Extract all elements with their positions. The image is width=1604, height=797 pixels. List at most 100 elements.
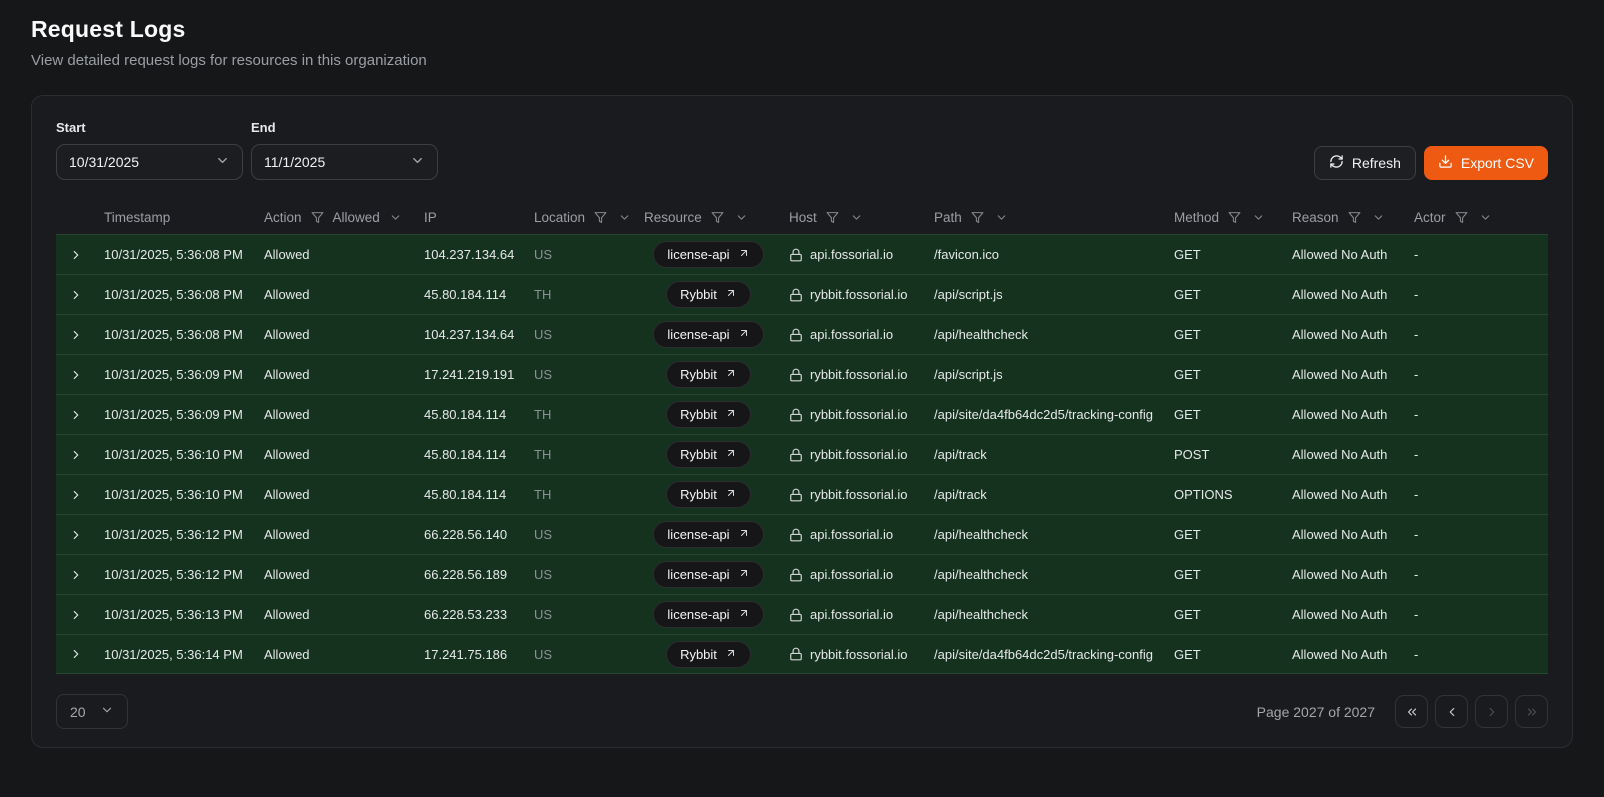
resource-link-badge[interactable]: license-api: [653, 521, 763, 548]
table-row[interactable]: 10/31/2025, 5:36:08 PMAllowed104.237.134…: [56, 314, 1548, 354]
cell-ip: 17.241.75.186: [416, 647, 526, 662]
row-expand-button[interactable]: [67, 326, 85, 344]
column-header-host: Host: [781, 209, 926, 226]
resource-link-badge[interactable]: Rybbit: [666, 481, 751, 508]
resource-link-badge[interactable]: license-api: [653, 241, 763, 268]
cell-ip: 17.241.219.191: [416, 367, 526, 382]
table-row[interactable]: 10/31/2025, 5:36:09 PMAllowed45.80.184.1…: [56, 394, 1548, 434]
column-header-action: ActionAllowed: [256, 209, 416, 226]
row-expand-button[interactable]: [67, 446, 85, 464]
cell-expand: [56, 566, 96, 584]
resource-link-badge[interactable]: license-api: [653, 321, 763, 348]
chevron-right-icon: [69, 288, 83, 302]
method-value: GET: [1174, 527, 1201, 542]
ip-value: 66.228.56.189: [424, 567, 507, 582]
cell-timestamp: 10/31/2025, 5:36:08 PM: [96, 327, 256, 342]
table-row[interactable]: 10/31/2025, 5:36:10 PMAllowed45.80.184.1…: [56, 434, 1548, 474]
filter-button-reason[interactable]: [1346, 209, 1363, 226]
cell-path: /api/site/da4fb64dc2d5/tracking-config: [926, 407, 1166, 422]
table-row[interactable]: 10/31/2025, 5:36:09 PMAllowed17.241.219.…: [56, 354, 1548, 394]
filter-button-actor[interactable]: [1453, 209, 1470, 226]
chevron-right-icon: [69, 328, 83, 342]
cell-location: TH: [526, 447, 636, 462]
filter-button-method[interactable]: [1226, 209, 1243, 226]
action-value: Allowed: [264, 247, 310, 262]
timestamp-value: 10/31/2025, 5:36:08 PM: [104, 327, 243, 342]
cell-ip: 66.228.56.189: [416, 567, 526, 582]
reason-value: Allowed No Auth: [1292, 407, 1387, 422]
row-expand-button[interactable]: [67, 566, 85, 584]
filter-dropdown-button-action[interactable]: [387, 209, 404, 226]
filter-dropdown-button-reason[interactable]: [1370, 209, 1387, 226]
resource-link-badge[interactable]: Rybbit: [666, 441, 751, 468]
column-label: Path: [934, 210, 962, 225]
row-expand-button[interactable]: [67, 286, 85, 304]
cell-resource: license-api: [636, 601, 781, 628]
filter-button-path[interactable]: [969, 209, 986, 226]
cell-host: api.fossorial.io: [781, 607, 926, 622]
first-page-button[interactable]: [1395, 695, 1428, 728]
filter-dropdown-button-path[interactable]: [993, 209, 1010, 226]
resource-name: Rybbit: [680, 287, 717, 302]
page-info: Page 2027 of 2027: [1257, 704, 1375, 720]
refresh-icon: [1329, 154, 1344, 172]
next-page-button[interactable]: [1475, 695, 1508, 728]
table-row[interactable]: 10/31/2025, 5:36:10 PMAllowed45.80.184.1…: [56, 474, 1548, 514]
row-expand-button[interactable]: [67, 486, 85, 504]
row-expand-button[interactable]: [67, 246, 85, 264]
filter-button-host[interactable]: [824, 209, 841, 226]
path-value: /api/script.js: [934, 287, 1003, 302]
filter-button-resource[interactable]: [709, 209, 726, 226]
filter-dropdown-button-actor[interactable]: [1477, 209, 1494, 226]
cell-path: /api/site/da4fb64dc2d5/tracking-config: [926, 647, 1166, 662]
cell-method: GET: [1166, 647, 1284, 662]
prev-page-button[interactable]: [1435, 695, 1468, 728]
last-page-button[interactable]: [1515, 695, 1548, 728]
funnel-icon: [594, 211, 607, 224]
table-row[interactable]: 10/31/2025, 5:36:12 PMAllowed66.228.56.1…: [56, 554, 1548, 594]
cell-path: /api/healthcheck: [926, 607, 1166, 622]
host-value: rybbit.fossorial.io: [810, 487, 908, 502]
filter-dropdown-button-method[interactable]: [1250, 209, 1267, 226]
cell-reason: Allowed No Auth: [1284, 287, 1406, 302]
filter-dropdown-button-location[interactable]: [616, 209, 633, 226]
export-csv-button[interactable]: Export CSV: [1424, 146, 1548, 180]
location-value: US: [534, 247, 552, 262]
refresh-button[interactable]: Refresh: [1314, 146, 1416, 180]
resource-link-badge[interactable]: license-api: [653, 601, 763, 628]
cell-resource: license-api: [636, 561, 781, 588]
table-row[interactable]: 10/31/2025, 5:36:08 PMAllowed45.80.184.1…: [56, 274, 1548, 314]
filter-dropdown-button-resource[interactable]: [733, 209, 750, 226]
end-date-select[interactable]: 11/1/2025: [251, 144, 438, 180]
resource-link-badge[interactable]: Rybbit: [666, 361, 751, 388]
column-label: Actor: [1414, 210, 1446, 225]
resource-link-badge[interactable]: license-api: [653, 561, 763, 588]
row-expand-button[interactable]: [67, 526, 85, 544]
download-icon: [1438, 154, 1453, 172]
chevron-down-icon: [389, 211, 402, 224]
row-expand-button[interactable]: [67, 366, 85, 384]
row-expand-button[interactable]: [67, 406, 85, 424]
resource-link-badge[interactable]: Rybbit: [666, 281, 751, 308]
filter-button-location[interactable]: [592, 209, 609, 226]
action-value: Allowed: [264, 447, 310, 462]
filter-dropdown-button-host[interactable]: [848, 209, 865, 226]
table-row[interactable]: 10/31/2025, 5:36:14 PMAllowed17.241.75.1…: [56, 634, 1548, 674]
path-value: /api/site/da4fb64dc2d5/tracking-config: [934, 647, 1153, 662]
cell-ip: 45.80.184.114: [416, 487, 526, 502]
page-size-select[interactable]: 20: [56, 694, 128, 729]
cell-host: api.fossorial.io: [781, 527, 926, 542]
row-expand-button[interactable]: [67, 606, 85, 624]
table-row[interactable]: 10/31/2025, 5:36:12 PMAllowed66.228.56.1…: [56, 514, 1548, 554]
table-row[interactable]: 10/31/2025, 5:36:08 PMAllowed104.237.134…: [56, 234, 1548, 274]
resource-link-badge[interactable]: Rybbit: [666, 641, 751, 668]
cell-location: TH: [526, 407, 636, 422]
row-expand-button[interactable]: [67, 645, 85, 663]
actor-value: -: [1414, 607, 1418, 622]
cell-actor: -: [1406, 647, 1548, 662]
start-date-select[interactable]: 10/31/2025: [56, 144, 243, 180]
table-row[interactable]: 10/31/2025, 5:36:13 PMAllowed66.228.53.2…: [56, 594, 1548, 634]
resource-link-badge[interactable]: Rybbit: [666, 401, 751, 428]
cell-method: GET: [1166, 527, 1284, 542]
filter-button-action[interactable]: [309, 209, 326, 226]
